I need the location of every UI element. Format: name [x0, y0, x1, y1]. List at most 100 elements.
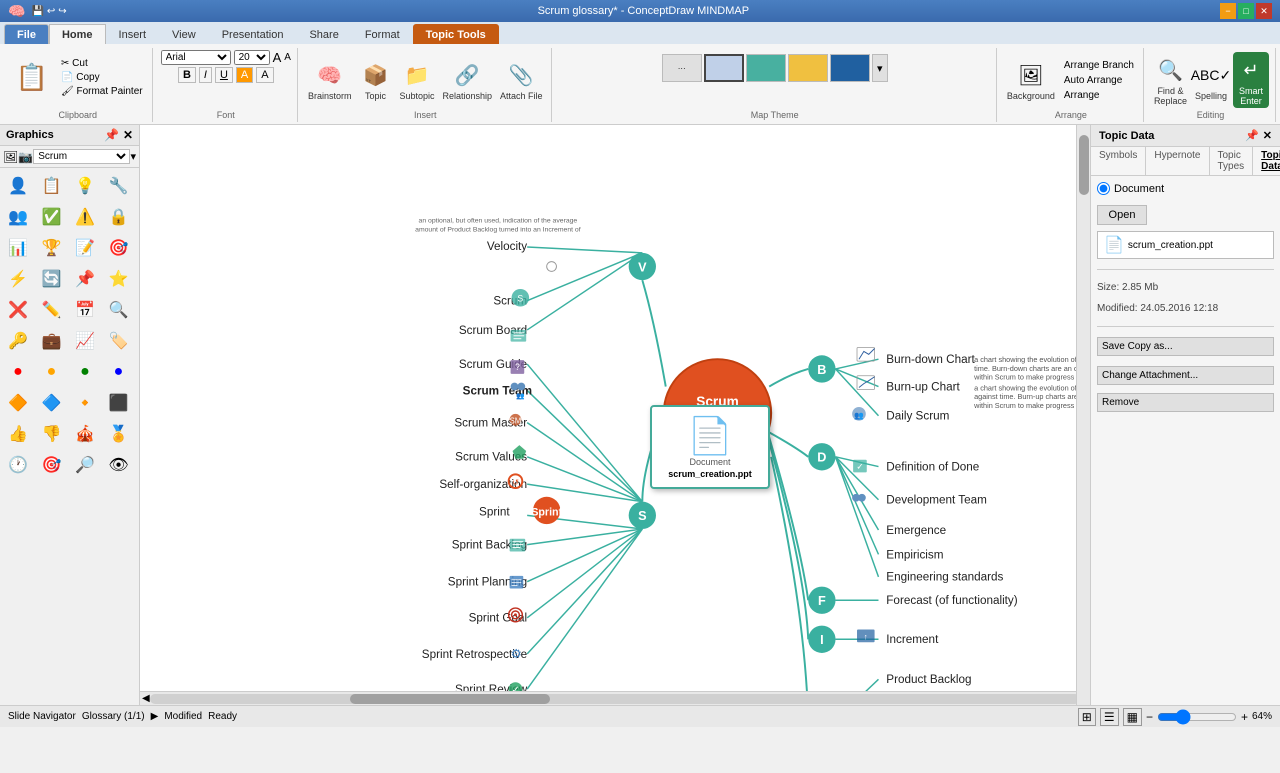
theme-swatch-5[interactable]: [830, 54, 870, 82]
graphic-item[interactable]: 🔑: [4, 327, 32, 355]
right-panel-scrollbar[interactable]: [1076, 125, 1090, 705]
graphic-item[interactable]: ❌: [4, 296, 32, 324]
graphic-item[interactable]: 🔎: [71, 451, 99, 479]
graphic-item[interactable]: 👍: [4, 420, 32, 448]
theme-swatch-3[interactable]: [746, 54, 786, 82]
graphic-item[interactable]: 📝: [71, 234, 99, 262]
tab-topic-types[interactable]: Topic Types: [1210, 147, 1254, 175]
font-size-select[interactable]: 20: [234, 50, 270, 65]
copy-button[interactable]: 📄 Copy: [58, 71, 146, 84]
slide-view-icon[interactable]: ▦: [1123, 708, 1142, 726]
topic-button[interactable]: 📦 Topic: [357, 57, 393, 103]
arrange-branch-button[interactable]: Arrange Branch: [1061, 59, 1137, 72]
tab-topic-tools[interactable]: Topic Tools: [413, 24, 499, 44]
remove-button[interactable]: Remove: [1097, 393, 1274, 412]
scroll-left-btn[interactable]: ◀: [142, 693, 150, 704]
canvas-area[interactable]: .node-label { font-family: Arial, sans-s…: [140, 125, 1090, 705]
tab-view[interactable]: View: [159, 24, 209, 44]
open-button[interactable]: Open: [1097, 205, 1147, 225]
graphic-item[interactable]: ⭐: [105, 265, 133, 293]
arrange-button[interactable]: Arrange: [1061, 89, 1137, 102]
graphic-item[interactable]: 🔍: [105, 296, 133, 324]
minimize-button[interactable]: −: [1220, 3, 1236, 19]
spelling-button[interactable]: ABC✓ Spelling: [1193, 57, 1229, 103]
font-grow-button[interactable]: A: [273, 50, 282, 65]
subtopic-button[interactable]: 📁 Subtopic: [397, 57, 436, 103]
brainstorm-button[interactable]: 🧠 Brainstorm: [306, 57, 354, 103]
tab-presentation[interactable]: Presentation: [209, 24, 297, 44]
graphic-item[interactable]: 📋: [38, 172, 66, 200]
mindmap-canvas[interactable]: .node-label { font-family: Arial, sans-s…: [140, 125, 1090, 691]
graphic-item[interactable]: 💡: [71, 172, 99, 200]
graphic-item[interactable]: 🎪: [71, 420, 99, 448]
graphic-item[interactable]: ●: [71, 358, 99, 386]
graphic-item[interactable]: 🎯: [38, 451, 66, 479]
graphic-item[interactable]: 📌: [71, 265, 99, 293]
graphic-item[interactable]: 📅: [71, 296, 99, 324]
font-color-button[interactable]: A: [256, 67, 273, 83]
graphic-item[interactable]: 🏷️: [105, 327, 133, 355]
theme-dropdown[interactable]: ▾: [872, 54, 888, 82]
maximize-button[interactable]: □: [1238, 3, 1254, 19]
graphic-item[interactable]: 🔒: [105, 203, 133, 231]
graphic-item[interactable]: ●: [38, 358, 66, 386]
graphic-item[interactable]: 🔸: [71, 389, 99, 417]
tab-insert[interactable]: Insert: [106, 24, 160, 44]
normal-view-icon[interactable]: ⊞: [1078, 708, 1096, 726]
graphic-item[interactable]: ✏️: [38, 296, 66, 324]
highlight-button[interactable]: A: [236, 67, 253, 83]
graphics-category-select[interactable]: Scrum: [33, 149, 130, 164]
graphic-item[interactable]: 🔄: [38, 265, 66, 293]
auto-arrange-button[interactable]: Auto Arrange: [1061, 74, 1137, 87]
font-shrink-button[interactable]: A: [284, 52, 291, 63]
bold-button[interactable]: B: [178, 67, 196, 83]
zoom-in-button[interactable]: +: [1241, 710, 1248, 724]
theme-swatch-4[interactable]: [788, 54, 828, 82]
theme-swatch-2[interactable]: [704, 54, 744, 82]
graphic-item[interactable]: 🏆: [38, 234, 66, 262]
graphic-item[interactable]: 👁: [105, 451, 133, 479]
background-button[interactable]: 🖼 Background: [1005, 57, 1057, 103]
graphics-close-icon[interactable]: ✕: [123, 128, 133, 142]
underline-button[interactable]: U: [215, 67, 233, 83]
graphic-item[interactable]: 🎯: [105, 234, 133, 262]
italic-button[interactable]: I: [199, 67, 212, 83]
document-radio[interactable]: [1097, 182, 1110, 195]
graphic-item[interactable]: 🔶: [4, 389, 32, 417]
topic-data-pin-icon[interactable]: 📌: [1245, 129, 1259, 142]
tab-topic-data[interactable]: Topic Data: [1253, 147, 1280, 175]
graphic-item[interactable]: 👤: [4, 172, 32, 200]
close-button[interactable]: ✕: [1256, 3, 1272, 19]
graphic-item[interactable]: ⬛: [105, 389, 133, 417]
graphic-item[interactable]: 🔷: [38, 389, 66, 417]
cut-button[interactable]: ✂ Cut: [58, 57, 146, 70]
relationship-button[interactable]: 🔗 Relationship: [441, 57, 495, 103]
tab-home[interactable]: Home: [49, 24, 106, 44]
graphic-item[interactable]: 📈: [71, 327, 99, 355]
format-painter-button[interactable]: 🖌 Format Painter: [58, 85, 146, 98]
right-scrollbar-thumb[interactable]: [1079, 135, 1089, 195]
graphic-item[interactable]: 👥: [4, 203, 32, 231]
graphic-item[interactable]: ⚡: [4, 265, 32, 293]
attach-file-button[interactable]: 📎 Attach File: [498, 57, 545, 103]
tab-share[interactable]: Share: [296, 24, 351, 44]
scroll-thumb[interactable]: [350, 694, 550, 704]
zoom-slider[interactable]: [1157, 709, 1237, 725]
tab-symbols[interactable]: Symbols: [1091, 147, 1146, 175]
graphic-item[interactable]: 🔧: [105, 172, 133, 200]
graphics-pin-icon[interactable]: 📌: [104, 128, 119, 142]
topic-data-close-icon[interactable]: ✕: [1263, 129, 1272, 142]
graphic-item[interactable]: 💼: [38, 327, 66, 355]
graphics-dropdown-arrow[interactable]: ▾: [130, 150, 136, 163]
graphic-item[interactable]: 🏅: [105, 420, 133, 448]
graphic-item[interactable]: ●: [4, 358, 32, 386]
graphic-item[interactable]: ⚠️: [71, 203, 99, 231]
tab-format[interactable]: Format: [352, 24, 413, 44]
outline-view-icon[interactable]: ☰: [1100, 708, 1119, 726]
save-copy-button[interactable]: Save Copy as...: [1097, 337, 1274, 356]
change-attachment-button[interactable]: Change Attachment...: [1097, 366, 1274, 385]
zoom-out-button[interactable]: −: [1146, 710, 1153, 724]
graphic-item[interactable]: ✅: [38, 203, 66, 231]
next-page-arrow[interactable]: ▶: [151, 711, 159, 722]
font-name-select[interactable]: Arial: [161, 50, 231, 65]
